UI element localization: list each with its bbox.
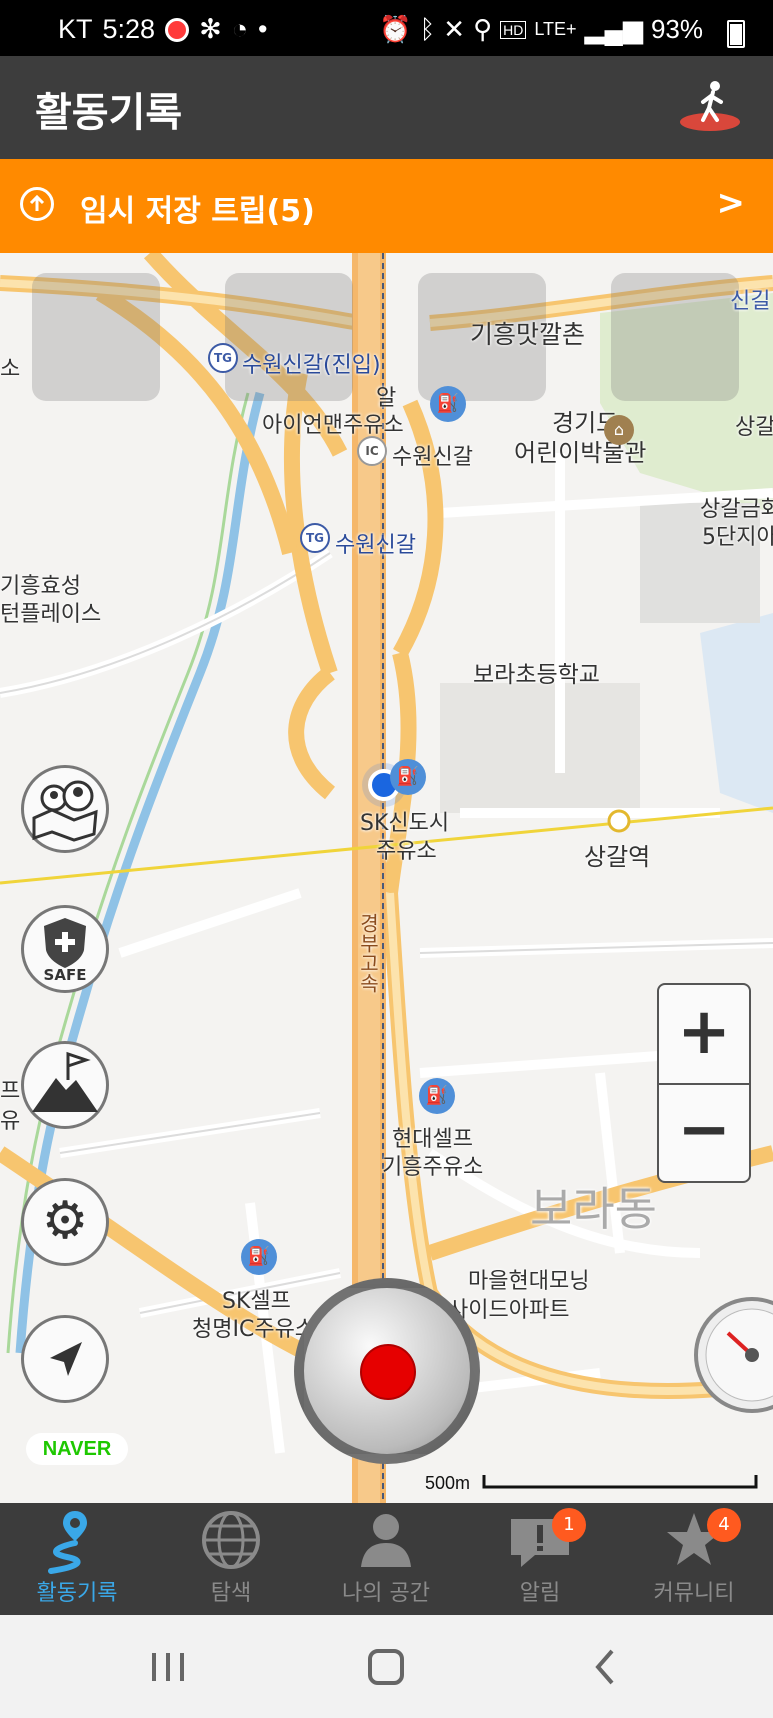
hd-icon: HD bbox=[500, 20, 527, 39]
notification-badge: 1 bbox=[552, 1508, 586, 1542]
map-label: 수원신갈 bbox=[335, 533, 416, 558]
notification-dot-icon: • bbox=[258, 14, 268, 44]
app-bar: 활동기록 bbox=[0, 56, 773, 159]
gas-station-icon: ⛽ bbox=[430, 386, 466, 422]
nav-label: 활동기록 bbox=[36, 1581, 118, 1606]
map-label: 소 bbox=[0, 357, 21, 382]
signal-icon: ▂▄▆ bbox=[584, 14, 643, 44]
page-title: 활동기록 bbox=[35, 90, 183, 136]
fan-icon: ✻ bbox=[199, 14, 222, 44]
alarm-icon: ⏰ bbox=[379, 14, 412, 44]
zoom-out-button[interactable]: − bbox=[659, 1083, 749, 1181]
walking-mode-icon[interactable] bbox=[677, 74, 743, 140]
map-label: 마을현대모닝 bbox=[468, 1269, 590, 1294]
chevron-right-icon: > bbox=[716, 183, 746, 223]
nav-label: 커뮤니티 bbox=[653, 1581, 735, 1606]
clock: 5:28 bbox=[102, 14, 156, 44]
map-label: 프 bbox=[0, 1079, 21, 1104]
navigation-arrow-icon bbox=[50, 1342, 82, 1376]
camera-button[interactable] bbox=[32, 273, 160, 401]
my-location-button[interactable] bbox=[21, 1315, 109, 1403]
record-button[interactable] bbox=[294, 1278, 480, 1464]
nav-label: 탐색 bbox=[210, 1581, 252, 1606]
bottom-navigation: 활동기록 탐색 나의 공간 1 알림 4 커뮤니티 bbox=[0, 1503, 773, 1615]
map-label: 청명IC주유소 bbox=[192, 1317, 316, 1342]
map-label: 수원신갈(진입) bbox=[242, 353, 381, 378]
community-badge: 4 bbox=[707, 1508, 741, 1542]
map-label: 상갈 bbox=[735, 415, 773, 440]
naver-logo: NAVER bbox=[26, 1433, 128, 1465]
poi-button[interactable] bbox=[611, 273, 739, 401]
map-label: 유 bbox=[0, 1109, 21, 1134]
nav-activity-log[interactable]: 활동기록 bbox=[0, 1503, 154, 1615]
gas-station-icon: ⛽ bbox=[390, 759, 426, 795]
map-label: 신길 bbox=[730, 289, 771, 314]
nav-label: 알림 bbox=[519, 1581, 561, 1606]
mountain-flag-icon bbox=[32, 1051, 98, 1112]
person-icon bbox=[361, 1514, 411, 1567]
banner-label: 임시 저장 트립(5) bbox=[80, 194, 315, 229]
safe-label: SAFE bbox=[43, 966, 87, 984]
gas-station-icon: ⛽ bbox=[419, 1078, 455, 1114]
record-dot-icon bbox=[362, 1346, 414, 1398]
network-type: LTE+ bbox=[534, 19, 577, 39]
zoom-in-button[interactable]: + bbox=[659, 985, 749, 1085]
settings-button[interactable]: ⚙ bbox=[21, 1178, 109, 1266]
nav-community[interactable]: 4 커뮤니티 bbox=[617, 1503, 771, 1615]
map-label: 상갈역 bbox=[584, 843, 651, 871]
nav-notifications[interactable]: 1 알림 bbox=[463, 1503, 617, 1615]
map-label: 5단지아 bbox=[702, 525, 773, 550]
nav-my-space[interactable]: 나의 공간 bbox=[309, 1503, 463, 1615]
map-label: 기흥주유소 bbox=[382, 1155, 484, 1180]
route-pin-icon bbox=[48, 1511, 87, 1574]
map-label: 보라초등학교 bbox=[473, 662, 600, 688]
map-people-icon bbox=[32, 780, 98, 842]
museum-icon: ⌂ bbox=[604, 415, 634, 445]
globe-icon bbox=[202, 1511, 260, 1569]
back-icon[interactable] bbox=[590, 1647, 620, 1687]
route-share-button[interactable] bbox=[21, 765, 109, 853]
temp-saved-trips-banner[interactable]: 임시 저장 트립(5) > bbox=[0, 159, 773, 253]
status-bar: KT 5:28 ✻ ◔ • ⏰ ᛒ ✕ ⚲ HD LTE+ ▂▄▆ 93% bbox=[0, 0, 773, 56]
screen-record-icon bbox=[165, 17, 190, 42]
gear-icon: ⚙ bbox=[41, 1191, 89, 1251]
map-label: 턴플레이스 bbox=[0, 602, 102, 627]
system-navigation-bar bbox=[0, 1615, 773, 1718]
tollgate-icon: TG bbox=[300, 523, 330, 553]
map-label: 주유소 bbox=[376, 839, 437, 864]
zoom-control: + − bbox=[657, 983, 751, 1183]
mountain-button[interactable] bbox=[21, 1041, 109, 1129]
safe-button[interactable]: SAFE bbox=[21, 905, 109, 993]
mute-icon: ✕ bbox=[443, 14, 466, 44]
map-label: 아이언맨주유소 bbox=[262, 413, 404, 438]
battery-icon bbox=[727, 20, 745, 48]
carrier-label: KT bbox=[58, 14, 93, 44]
map-view[interactable]: 신길 소 TG 수원신갈(진입) 기흥맛깔촌 알 아이언맨주유소 ⛽ IC 수원… bbox=[0, 253, 773, 1503]
gas-station-icon: ⛽ bbox=[241, 1239, 277, 1275]
app-icon: ◔ bbox=[231, 14, 249, 44]
recent-apps-icon[interactable] bbox=[148, 1649, 188, 1685]
map-label: 사이드아파트 bbox=[448, 1298, 570, 1323]
nav-explore[interactable]: 탐색 bbox=[154, 1503, 308, 1615]
upload-icon bbox=[20, 187, 54, 221]
tollgate-icon: TG bbox=[208, 343, 238, 373]
map-label: 기흥맛깔촌 bbox=[470, 320, 586, 349]
nav-label: 나의 공간 bbox=[342, 1581, 430, 1606]
memo-button[interactable] bbox=[225, 273, 353, 401]
map-label: 경부고속 bbox=[356, 913, 380, 993]
ic-icon: IC bbox=[357, 436, 387, 466]
map-label: 보라동 bbox=[530, 1182, 657, 1236]
map-label: 수원신갈 bbox=[392, 445, 473, 470]
location-icon: ⚲ bbox=[473, 14, 493, 44]
bluetooth-icon: ᛒ bbox=[419, 14, 436, 44]
scale-label: 500m bbox=[425, 1473, 471, 1493]
battery-percent: 93% bbox=[650, 14, 703, 44]
home-icon[interactable] bbox=[366, 1647, 406, 1687]
